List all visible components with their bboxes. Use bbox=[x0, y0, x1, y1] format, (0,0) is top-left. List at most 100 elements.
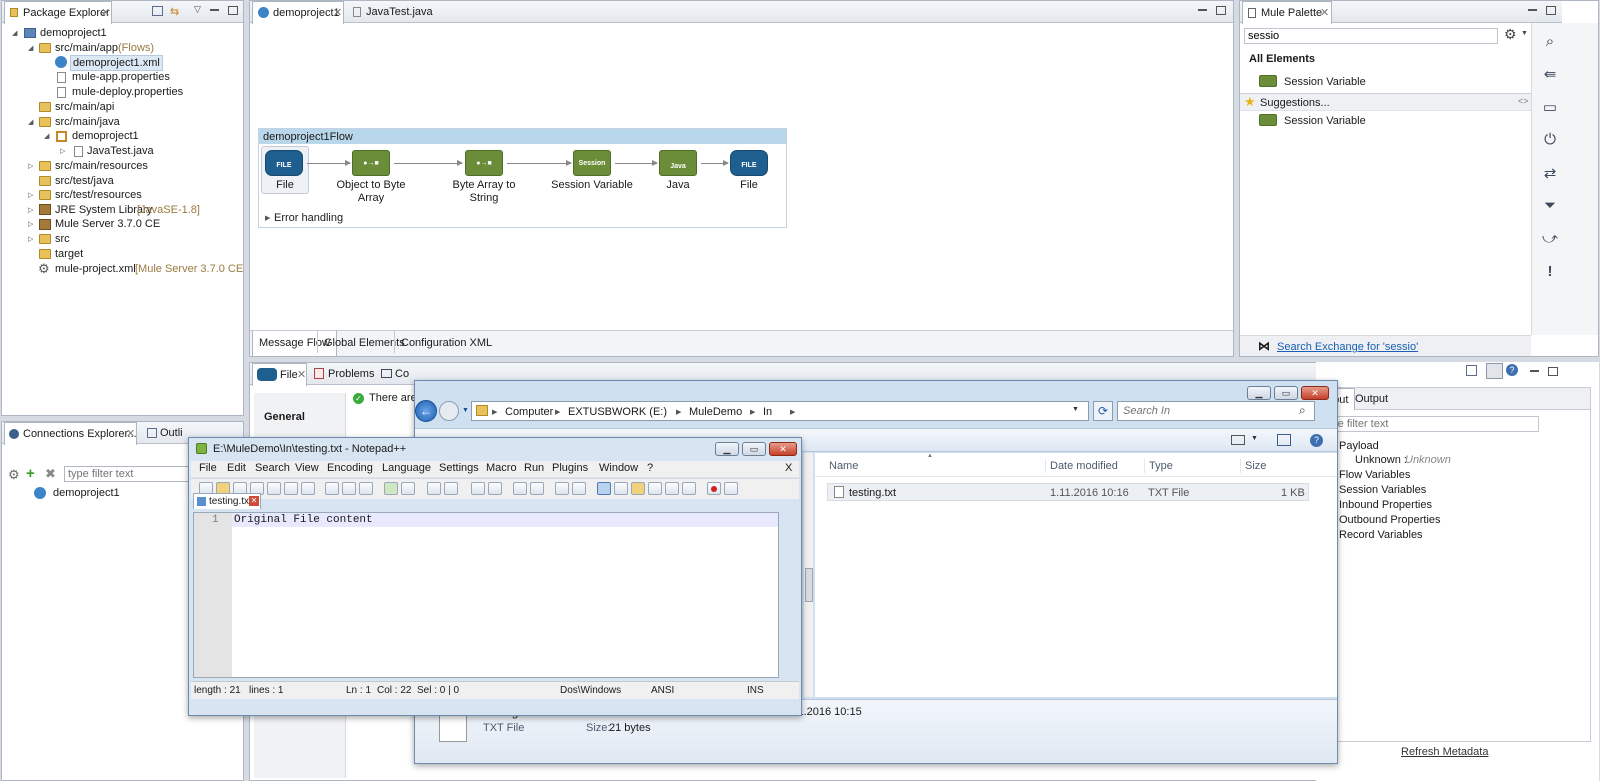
maximize-button[interactable]: ▭ bbox=[742, 442, 766, 456]
flow-control-icon[interactable]: ⤻ bbox=[1532, 230, 1568, 247]
components-icon[interactable]: ⏻ bbox=[1532, 131, 1568, 148]
view-options-icon[interactable] bbox=[1231, 435, 1245, 445]
close-icon[interactable]: ✕ bbox=[333, 2, 342, 24]
tab-output[interactable]: Output bbox=[1349, 388, 1394, 410]
chevron-down-icon[interactable]: ▼ bbox=[1521, 30, 1528, 37]
minimize-icon[interactable] bbox=[1528, 9, 1537, 11]
close-tab-icon[interactable]: ✕ bbox=[249, 496, 259, 506]
suggestions-header[interactable]: ★ Suggestions... <> bbox=[1240, 93, 1531, 111]
collapse-all-icon[interactable] bbox=[152, 6, 163, 16]
collapse-icon[interactable]: <> bbox=[1518, 96, 1529, 106]
back-button[interactable]: ← bbox=[415, 400, 437, 422]
tab-configuration-xml[interactable]: Configuration XML bbox=[394, 331, 498, 353]
menu-macro[interactable]: Macro bbox=[486, 461, 517, 475]
tree-view-icon[interactable] bbox=[1486, 363, 1503, 379]
preview-pane-icon[interactable] bbox=[1277, 434, 1291, 446]
metadata-payload[interactable]: Payload bbox=[1339, 439, 1379, 453]
redo-icon[interactable] bbox=[401, 482, 415, 495]
error-handling-toggle[interactable]: Error handling bbox=[274, 211, 343, 225]
menu-language[interactable]: Language bbox=[382, 461, 431, 475]
breadcrumb-muledemo[interactable]: MuleDemo bbox=[689, 405, 742, 419]
tab-demoproject1[interactable]: demoproject1 ✕ bbox=[252, 1, 344, 24]
minimize-button[interactable]: ▁ bbox=[715, 442, 739, 456]
connections-filter-input[interactable] bbox=[64, 466, 194, 482]
function-list-icon[interactable] bbox=[648, 482, 662, 495]
minimize-icon[interactable] bbox=[210, 9, 219, 11]
link-editor-icon[interactable]: ⇆ bbox=[170, 5, 179, 18]
column-name[interactable]: Name bbox=[829, 459, 858, 473]
metadata-record-variables[interactable]: Record Variables bbox=[1339, 528, 1423, 542]
tab-console[interactable]: Co bbox=[377, 363, 409, 385]
column-date-modified[interactable]: Date modified bbox=[1045, 459, 1118, 473]
filter-icon[interactable]: ⏷ bbox=[1532, 197, 1568, 214]
monitoring-icon[interactable] bbox=[682, 482, 696, 495]
transformer-icon[interactable]: ●→■ bbox=[352, 150, 390, 176]
column-type[interactable]: Type bbox=[1144, 459, 1173, 473]
maximize-icon[interactable] bbox=[1216, 6, 1226, 15]
search-exchange-link[interactable]: Search Exchange for 'sessio' bbox=[1277, 340, 1418, 354]
help-icon[interactable]: ? bbox=[1310, 434, 1323, 447]
help-icon[interactable]: ? bbox=[1506, 364, 1518, 376]
copy-icon[interactable] bbox=[342, 482, 356, 495]
close-icon[interactable]: ✕ bbox=[101, 2, 110, 24]
palette-search-input[interactable] bbox=[1244, 28, 1498, 44]
tab-file-properties[interactable]: File ✕ bbox=[252, 363, 307, 386]
zoom-in-icon[interactable] bbox=[471, 482, 485, 495]
minimize-icon[interactable] bbox=[1530, 370, 1539, 372]
menu-search[interactable]: Search bbox=[255, 461, 290, 475]
close-button[interactable]: ✕ bbox=[1301, 386, 1329, 400]
history-dropdown-icon[interactable]: ▼ bbox=[462, 407, 469, 414]
error-icon[interactable]: ! bbox=[1532, 263, 1568, 280]
transformers-icon[interactable]: ⇄ bbox=[1532, 164, 1568, 182]
view-menu-icon[interactable]: ▽ bbox=[194, 4, 201, 15]
metadata-flow-variables[interactable]: Flow Variables bbox=[1339, 468, 1410, 482]
forward-button[interactable] bbox=[439, 401, 459, 421]
breadcrumb-in[interactable]: In bbox=[763, 405, 772, 419]
cut-icon[interactable] bbox=[325, 482, 339, 495]
language-icon[interactable] bbox=[614, 482, 628, 495]
connector-icon[interactable]: ⇚ bbox=[1532, 65, 1568, 83]
menu-settings[interactable]: Settings bbox=[439, 461, 479, 475]
menu-plugins[interactable]: Plugins bbox=[552, 461, 588, 475]
chevron-down-icon[interactable]: ▼ bbox=[1072, 406, 1079, 413]
close-icon[interactable]: ✕ bbox=[126, 423, 135, 445]
menu-edit[interactable]: Edit bbox=[227, 461, 246, 475]
close-icon[interactable]: ✕ bbox=[297, 364, 306, 386]
undo-icon[interactable] bbox=[384, 482, 398, 495]
flow-container[interactable]: demoproject1Flow FILE File ●→■ Object to… bbox=[258, 128, 787, 228]
zoom-out-icon[interactable] bbox=[488, 482, 502, 495]
scroll-thumb[interactable] bbox=[805, 568, 813, 602]
add-icon[interactable]: + bbox=[26, 465, 35, 482]
metadata-outbound-properties[interactable]: Outbound Properties bbox=[1339, 513, 1441, 527]
find-icon[interactable] bbox=[427, 482, 441, 495]
tab-connections-explorer[interactable]: Connections Explorer... ✕ bbox=[4, 422, 137, 445]
close-all-icon[interactable] bbox=[284, 482, 298, 495]
close-file-icon[interactable] bbox=[267, 482, 281, 495]
close-icon[interactable]: ✕ bbox=[1320, 2, 1329, 24]
java-component-icon[interactable]: Java bbox=[659, 150, 697, 176]
close-document-button[interactable]: X bbox=[785, 461, 792, 475]
sync-horizontal-icon[interactable] bbox=[530, 482, 544, 495]
menu-help[interactable]: ? bbox=[647, 461, 653, 475]
tab-package-explorer[interactable]: Package Explorer ✕ bbox=[4, 1, 112, 24]
print-icon[interactable] bbox=[301, 482, 315, 495]
session-variable-icon[interactable]: Session bbox=[573, 150, 611, 176]
breadcrumb-drive[interactable]: EXTUSBWORK (E:) bbox=[568, 405, 667, 419]
search-icon[interactable]: ⌕ bbox=[1532, 33, 1568, 50]
general-section[interactable]: General bbox=[264, 410, 305, 424]
minimize-icon[interactable] bbox=[1198, 9, 1207, 11]
maximize-icon[interactable] bbox=[1548, 367, 1558, 376]
show-all-chars-icon[interactable] bbox=[572, 482, 586, 495]
remove-icon[interactable]: ✖ bbox=[45, 466, 56, 482]
transformer-icon[interactable]: ●→■ bbox=[465, 150, 503, 176]
tab-mule-palette[interactable]: Mule Palette ✕ bbox=[1242, 1, 1332, 24]
breadcrumb-computer[interactable]: Computer bbox=[505, 405, 553, 419]
metadata-session-variables[interactable]: Session Variables bbox=[1339, 483, 1426, 497]
column-size[interactable]: Size bbox=[1240, 459, 1266, 473]
menu-file[interactable]: File bbox=[199, 461, 217, 475]
menu-run[interactable]: Run bbox=[524, 461, 544, 475]
settings-icon[interactable]: ⚙ bbox=[8, 467, 20, 483]
folder-workspace-icon[interactable] bbox=[665, 482, 679, 495]
minimize-button[interactable]: ▁ bbox=[1247, 386, 1271, 400]
tab-javatest[interactable]: JavaTest.java bbox=[348, 1, 433, 23]
